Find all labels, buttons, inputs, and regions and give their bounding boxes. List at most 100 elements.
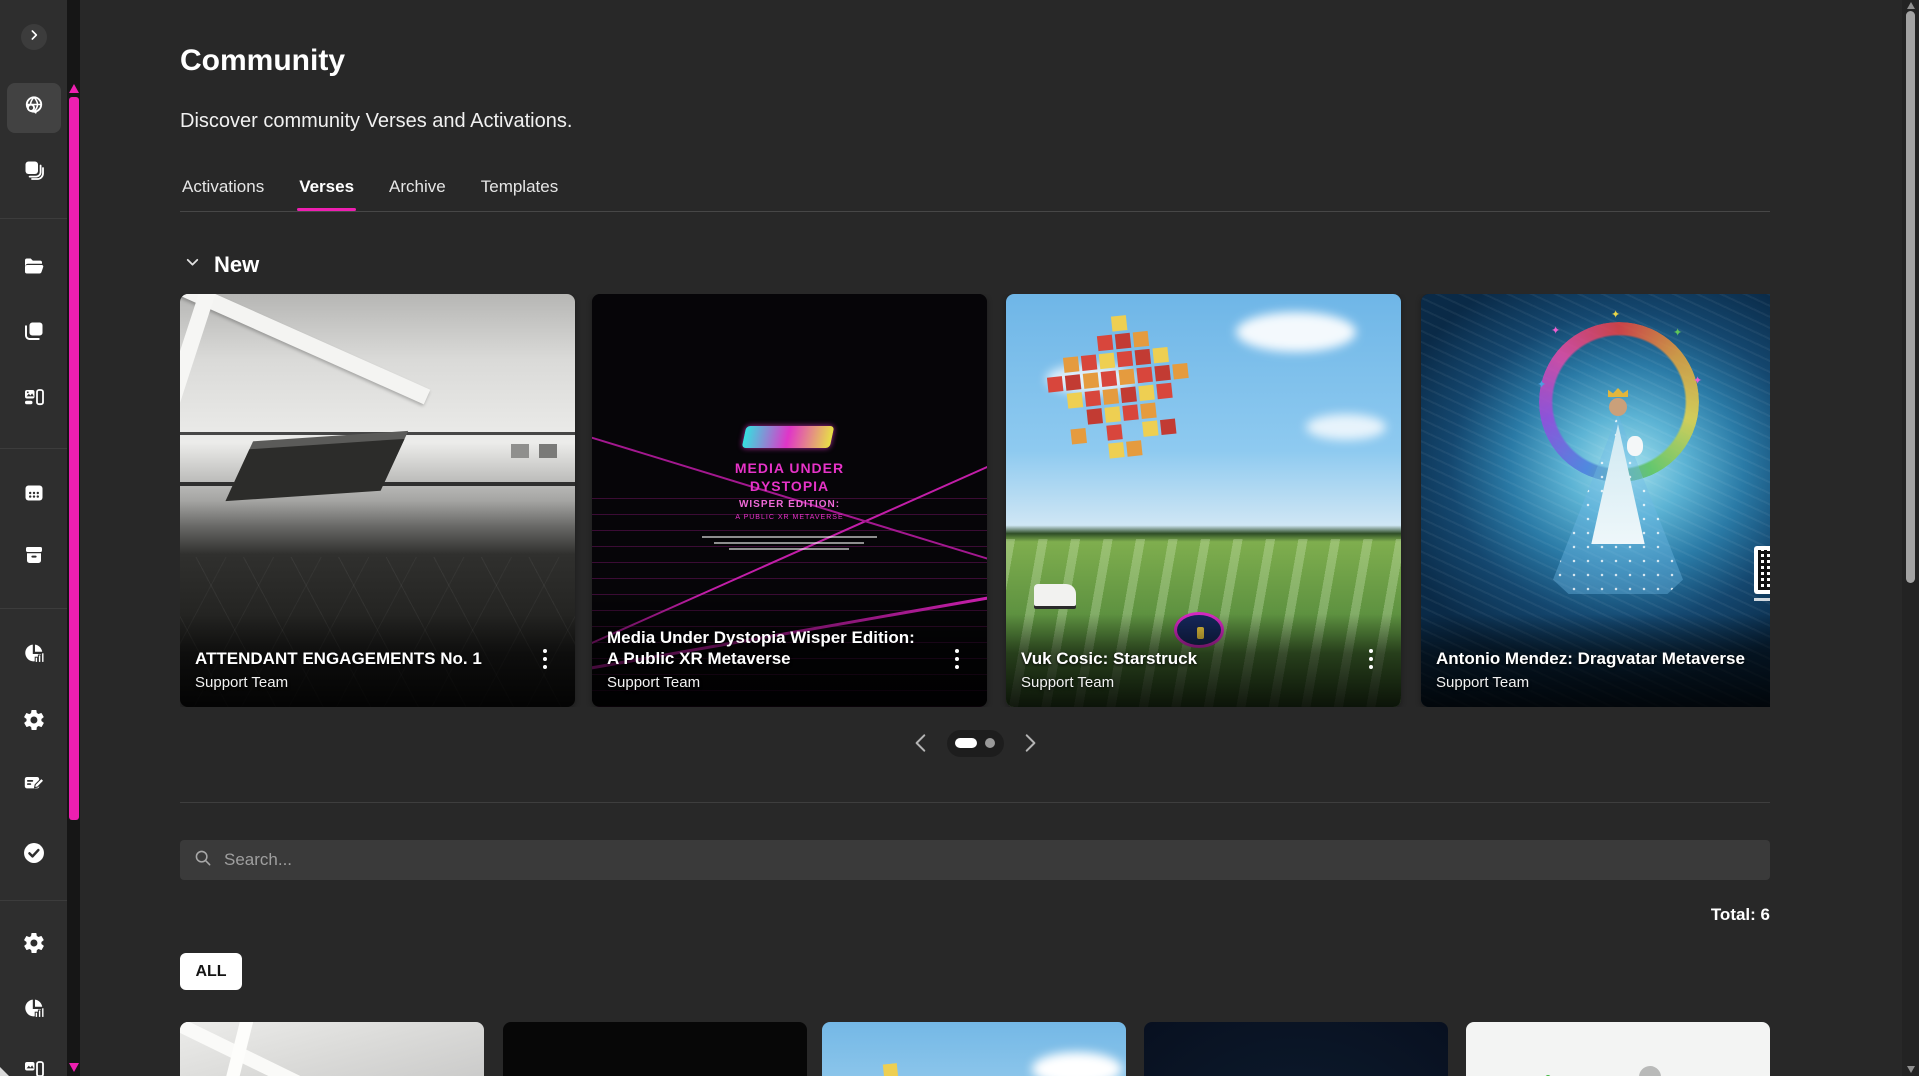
verse-card-title: Media Under Dystopia Wisper Edition: A P… [607,627,923,670]
verse-thumbnail-dystopia[interactable] [503,1022,807,1076]
search-icon [194,849,212,872]
tab-activations[interactable]: Activations [180,171,266,211]
qr-code [1754,546,1770,594]
media-dashboard-icon [22,1058,46,1076]
verse-card-title: Vuk Cosic: Starstruck [1021,648,1337,669]
sidebar-divider [0,900,67,901]
copy-pages-icon [22,319,46,348]
verse-card-dragvatar-metaverse[interactable]: ✦ ✦ ✦ ✦ ✦ Antonio Mendez: Dragvatar Meta… [1421,294,1770,707]
verse-thumbnail-white-scene[interactable] [1466,1022,1770,1076]
carousel-prev-button[interactable] [909,731,933,755]
sidebar-divider [0,218,67,219]
page-title: Community [180,44,345,78]
globe-search-icon [22,94,46,123]
card-edit-icon [22,771,46,800]
content-scroll-down-arrow[interactable] [1907,1066,1915,1073]
verse-card-media-under-dystopia[interactable]: MEDIA UNDER DYSTOPIA WISPER EDITION: A P… [592,294,987,707]
content-scroll-up-arrow[interactable] [1907,2,1915,9]
tab-archive[interactable]: Archive [387,171,448,211]
sidebar-item-discover[interactable] [10,84,58,132]
artwork-text: A PUBLIC XR METAVERSE [592,514,987,521]
check-circle-icon [21,840,47,871]
carousel-page-dots [947,730,1004,757]
verse-card-author: Support Team [1021,674,1337,691]
pixel-star-artwork [1007,299,1274,504]
verse-card-caption: ATTENDANT ENGAGEMENTS No. 1 Support Team [180,614,575,707]
artwork-text: WISPER EDITION: [592,499,987,510]
sidebar-scroll-corner-icon [0,1067,9,1076]
media-dashboard-icon [22,386,46,415]
page-subtitle: Discover community Verses and Activation… [180,110,572,133]
sidebar-scroll-up-arrow[interactable] [69,84,79,93]
sidebar-item-approvals[interactable] [10,831,58,879]
tab-bar: Activations Verses Archive Templates [180,171,1770,212]
section-divider [180,802,1770,803]
verse-card-caption: Vuk Cosic: Starstruck Support Team [1006,614,1401,707]
verse-thumbnail-starstruck[interactable] [822,1022,1126,1076]
carousel-next-button[interactable] [1018,731,1042,755]
sidebar-item-verses[interactable] [10,148,58,196]
sidebar-expand-button[interactable] [21,24,47,50]
gear-icon [22,931,46,960]
search-input[interactable] [222,849,1756,871]
verse-card-title: ATTENDANT ENGAGEMENTS No. 1 [195,648,511,669]
verse-card-attendant-engagements[interactable]: ATTENDANT ENGAGEMENTS No. 1 Support Team [180,294,575,707]
verse-card-author: Support Team [195,674,511,691]
gear-icon [22,708,46,737]
search-bar[interactable] [180,840,1770,880]
sidebar-divider [0,608,67,609]
calendar-icon [22,481,46,510]
sidebar-item-media[interactable] [10,376,58,424]
card-menu-button[interactable] [539,645,551,673]
card-menu-button[interactable] [951,645,963,673]
archive-box-icon [22,543,46,572]
tab-verses[interactable]: Verses [297,171,356,211]
verse-carousel: ATTENDANT ENGAGEMENTS No. 1 Support Team… [180,294,1770,707]
verse-card-caption: Antonio Mendez: Dragvatar Metaverse Supp… [1421,614,1770,707]
sidebar-item-calendar[interactable] [10,471,58,519]
sidebar-item-analytics-2[interactable] [10,986,58,1034]
tab-templates[interactable]: Templates [479,171,560,211]
app-window: Community Discover community Verses and … [0,0,1919,1076]
verse-card-author: Support Team [607,674,923,691]
carousel-controls [180,727,1770,759]
main-content: Community Discover community Verses and … [80,0,1919,1076]
golf-cart [1034,584,1076,606]
pie-chart-icon [22,996,46,1025]
sidebar-divider [0,448,67,449]
card-menu-button[interactable] [1365,645,1377,673]
verse-card-vuk-cosic-starstruck[interactable]: Vuk Cosic: Starstruck Support Team [1006,294,1401,707]
verse-results-row [180,1022,1770,1076]
content-scrollbar-thumb[interactable] [1906,11,1915,583]
sidebar-item-edit[interactable] [10,761,58,809]
sidebar-item-copies[interactable] [10,309,58,357]
sidebar-scrollbar-thumb[interactable] [69,97,79,820]
sidebar-scroll-down-arrow[interactable] [69,1063,79,1072]
dystopia-logo [742,426,835,448]
sidebar-item-archive[interactable] [10,533,58,581]
sidebar-item-analytics[interactable] [10,631,58,679]
new-section-header[interactable]: New [184,252,259,278]
carousel-dot-page-2[interactable] [985,738,995,748]
chevron-down-icon [184,254,201,276]
new-section-title: New [214,252,259,278]
verse-card-caption: Media Under Dystopia Wisper Edition: A P… [592,593,987,708]
carousel-dot-page-1[interactable] [955,738,977,748]
artwork-text: DYSTOPIA [592,478,987,494]
filter-all-button[interactable]: ALL [180,953,242,990]
verse-card-title: Antonio Mendez: Dragvatar Metaverse [1436,648,1752,669]
verse-thumbnail-attendant[interactable] [180,1022,484,1076]
artwork-text: MEDIA UNDER [592,460,987,476]
layers-icon [22,158,46,187]
chevron-right-icon [26,27,42,48]
sidebar-item-settings-2[interactable] [10,921,58,969]
verse-thumbnail-dark[interactable] [1144,1022,1448,1076]
verse-card-author: Support Team [1436,674,1752,691]
sidebar-item-files[interactable] [10,244,58,292]
pie-chart-icon [22,641,46,670]
results-total: Total: 6 [180,905,1770,925]
sidebar [0,0,67,1076]
folder-icon [22,254,46,283]
sidebar-item-settings[interactable] [10,698,58,746]
sidebar-item-media-2[interactable] [10,1048,58,1076]
